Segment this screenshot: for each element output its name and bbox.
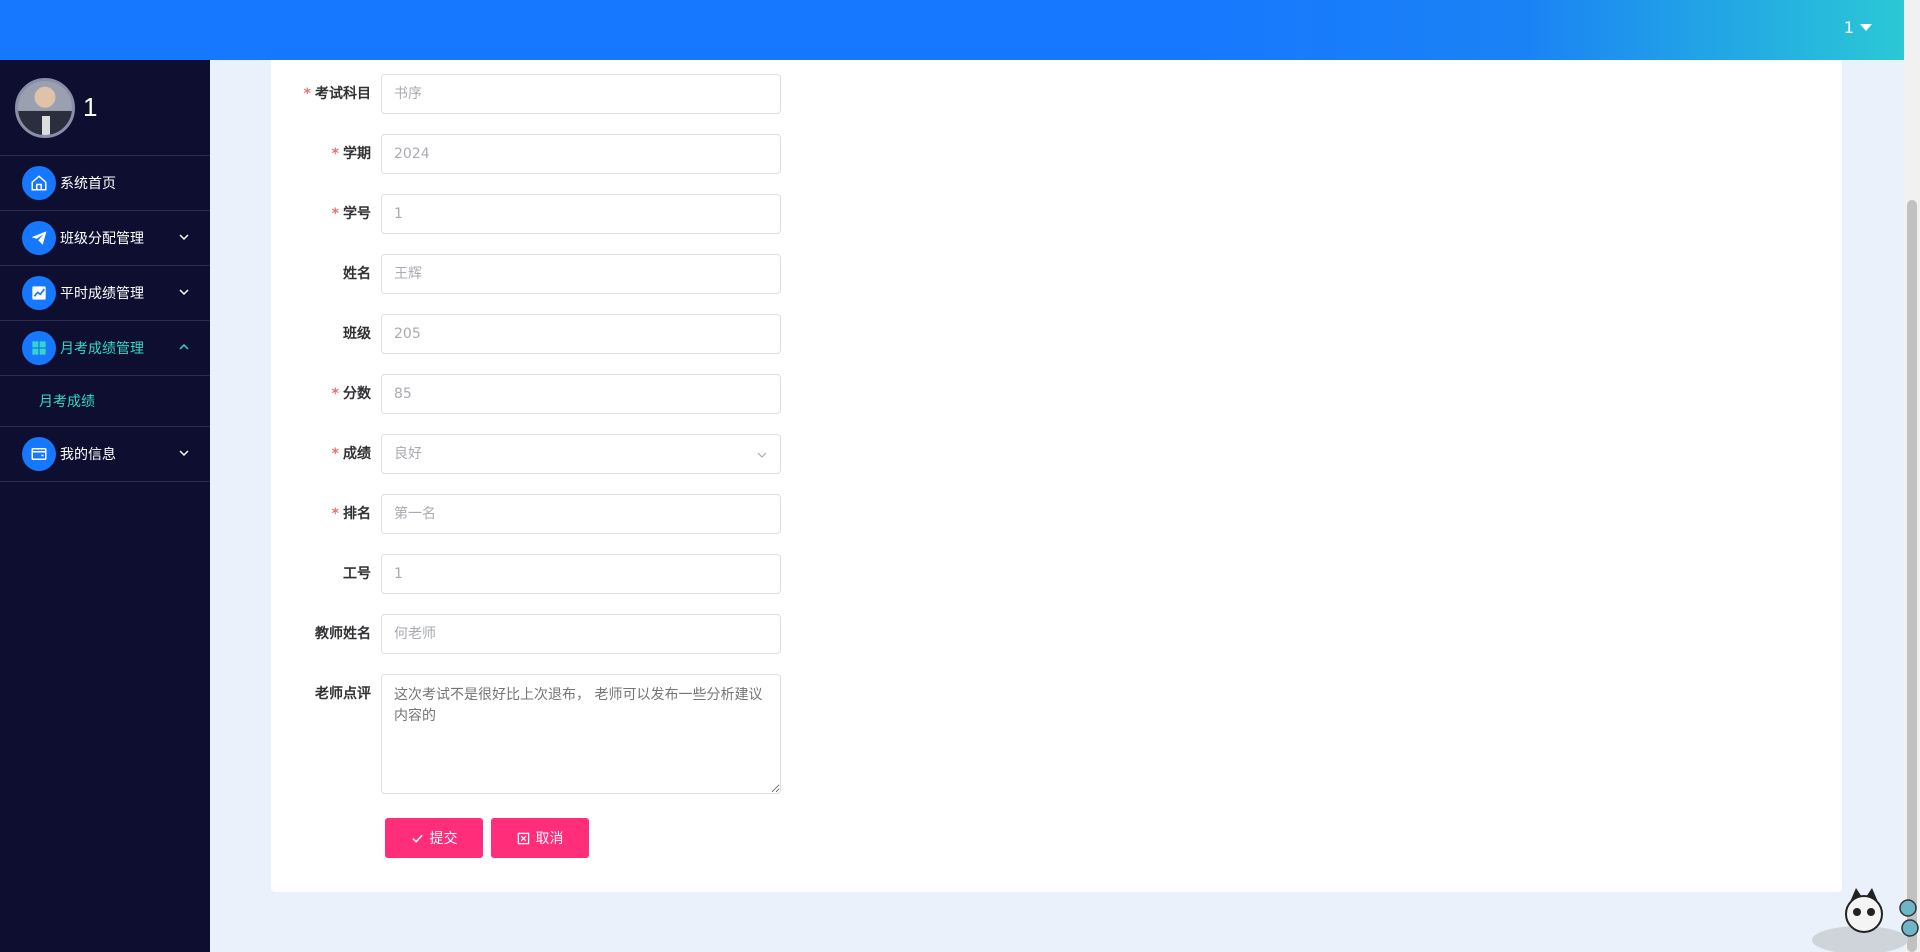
term-label: * 学期 <box>331 146 371 162</box>
user-dropdown-label: 1 <box>1843 18 1854 37</box>
staff-id-input[interactable] <box>381 554 781 594</box>
profile-name: 1 <box>83 92 98 122</box>
term-input[interactable] <box>381 134 781 174</box>
cancel-button[interactable]: 取消 <box>491 818 589 858</box>
name-label: 姓名 <box>343 266 371 282</box>
sidebar-profile: 1 <box>0 60 210 156</box>
sidebar-item-regular-grades[interactable]: 平时成绩管理 <box>0 266 210 321</box>
form-row-student-id: * 学号 <box>271 194 1071 234</box>
wallet-icon <box>22 437 56 471</box>
sidebar-item-label: 系统首页 <box>60 176 116 192</box>
rank-label: * 排名 <box>331 506 371 522</box>
comment-label: 老师点评 <box>315 686 371 702</box>
form-row-grade: * 成绩 良好 <box>271 434 1071 474</box>
chevron-down-icon <box>179 234 189 241</box>
score-input[interactable] <box>381 374 781 414</box>
subject-input[interactable] <box>381 74 781 114</box>
submit-button-label: 提交 <box>429 831 458 847</box>
comment-textarea[interactable] <box>381 674 781 794</box>
sidebar: 1 系统首页 班级分配管理 平时成绩管理 月考成绩管理 月考成绩 我的信息 <box>0 60 210 952</box>
form-row-staff-id: 工号 <box>271 554 1071 594</box>
grid-icon <box>22 331 56 365</box>
cancel-button-label: 取消 <box>535 831 564 847</box>
name-input[interactable] <box>381 254 781 294</box>
teacher-label: 教师姓名 <box>315 626 371 642</box>
avatar <box>15 77 75 138</box>
class-label: 班级 <box>343 326 371 342</box>
mascot-cat-icon <box>1812 888 1919 952</box>
form-row-term: * 学期 <box>271 134 1071 174</box>
subject-label: * 考试科目 <box>303 86 371 102</box>
sidebar-item-label: 月考成绩管理 <box>60 341 144 357</box>
grade-label: * 成绩 <box>331 446 371 462</box>
sidebar-item-class-assignment[interactable]: 班级分配管理 <box>0 211 210 266</box>
form-row-teacher: 教师姓名 <box>271 614 1071 654</box>
chart-icon <box>22 276 56 310</box>
paper-plane-icon <box>22 221 56 255</box>
chevron-down-icon <box>179 289 189 296</box>
form-row-name: 姓名 <box>271 254 1071 294</box>
staff-id-label: 工号 <box>343 566 371 582</box>
student-id-input[interactable] <box>381 194 781 234</box>
sidebar-item-label: 我的信息 <box>60 447 116 463</box>
home-icon <box>22 166 56 200</box>
sidebar-item-my-info[interactable]: 我的信息 <box>0 427 210 482</box>
sidebar-item-home[interactable]: 系统首页 <box>0 156 210 211</box>
sidebar-item-monthly-grades[interactable]: 月考成绩管理 <box>0 321 210 376</box>
student-id-label: * 学号 <box>331 206 371 222</box>
form-row-subject: * 考试科目 <box>271 74 1071 114</box>
sidebar-item-label: 平时成绩管理 <box>60 286 144 302</box>
chevron-down-icon <box>757 452 767 458</box>
submit-button[interactable]: 提交 <box>385 818 483 858</box>
sidebar-subitem-label: 月考成绩 <box>39 394 95 410</box>
top-header: 1 <box>0 0 1904 60</box>
form-row-comment: 老师点评 <box>271 674 1071 794</box>
form-row-class: 班级 <box>271 314 1071 354</box>
scrollbar-thumb[interactable] <box>1907 200 1917 952</box>
form-row-rank: * 排名 <box>271 494 1071 534</box>
grade-select[interactable]: 良好 <box>381 434 781 474</box>
chevron-down-icon <box>179 450 189 457</box>
close-box-icon <box>517 832 529 844</box>
grade-select-value: 良好 <box>394 446 422 462</box>
form-row-score: * 分数 <box>271 374 1071 414</box>
chevron-up-icon <box>179 343 189 350</box>
check-icon <box>411 834 423 843</box>
class-input[interactable] <box>381 314 781 354</box>
rank-input[interactable] <box>381 494 781 534</box>
page-scrollbar[interactable] <box>1904 0 1920 952</box>
teacher-input[interactable] <box>381 614 781 654</box>
score-label: * 分数 <box>331 386 371 402</box>
user-dropdown[interactable]: 1 <box>1844 18 1872 37</box>
sidebar-item-label: 班级分配管理 <box>60 231 144 247</box>
sidebar-subitem-monthly-grades[interactable]: 月考成绩 <box>0 376 210 427</box>
form-card: *考试科目 *学期 *学号 姓名 班级 *分数 *成绩 良好 <box>271 60 1842 892</box>
caret-down-icon <box>1860 24 1872 31</box>
